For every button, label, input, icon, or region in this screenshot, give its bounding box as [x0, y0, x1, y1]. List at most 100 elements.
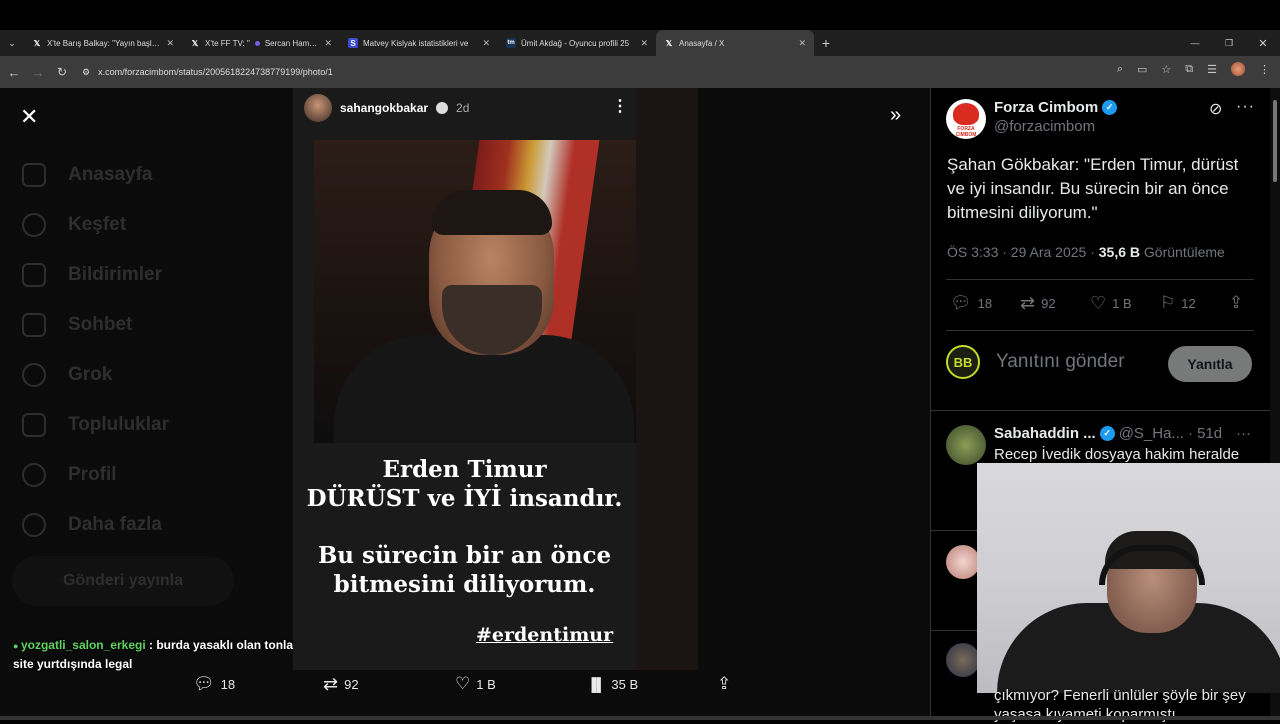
- like-action[interactable]: ♡ 1 B: [455, 674, 496, 694]
- adjacent-photo-edge: [636, 88, 698, 670]
- story-caption: Erden Timur DÜRÜST ve İYİ insandır. Bu s…: [293, 455, 636, 599]
- close-icon[interactable]: ✕: [798, 38, 806, 49]
- reply-avatar[interactable]: [946, 425, 986, 465]
- divider: [946, 279, 1254, 280]
- stat-replies[interactable]: 💬︎ 18: [950, 293, 992, 313]
- stat-bookmarks[interactable]: ⚐ 12: [1160, 293, 1196, 313]
- sidepanel-icon[interactable]: ☰: [1207, 63, 1217, 76]
- forward-icon[interactable]: →: [26, 65, 50, 80]
- webcam-overlay: [977, 463, 1280, 693]
- stat-retweets[interactable]: ⇄ 92: [1020, 293, 1056, 314]
- bookmark-icon: ⚐: [1160, 293, 1176, 312]
- story-avatar: [304, 94, 332, 122]
- more-options-icon[interactable]: ···: [1236, 425, 1251, 442]
- author-handle: @forzacimbom: [994, 118, 1096, 135]
- mail-icon: [22, 313, 46, 337]
- profile-avatar[interactable]: [1231, 62, 1245, 76]
- reload-icon[interactable]: ↻: [50, 65, 74, 79]
- close-icon[interactable]: ✕: [324, 38, 332, 49]
- retweet-count: 92: [344, 676, 359, 692]
- story-header: sahangokbakar 2d: [304, 94, 469, 122]
- tweet-views-count: 35,6 B: [1098, 244, 1141, 260]
- sidebar-item-explore: Keşfet: [22, 200, 169, 250]
- bell-icon: [22, 263, 46, 287]
- browser-toolbar-icons: ⌕ ▭ ☆ ⧉ ☰ ⋮: [1117, 62, 1270, 76]
- tab-0[interactable]: 𝕏 X'te Barış Balkay: "Yayın başladı ✕: [24, 30, 182, 56]
- url-field[interactable]: ⚙ x.com/forzacimbom/status/2005618224738…: [82, 62, 1082, 82]
- reply-avatar[interactable]: [946, 643, 980, 677]
- lion-logo-icon: [953, 103, 979, 125]
- stat-likes[interactable]: ♡ 1 B: [1090, 293, 1132, 314]
- tweet-meta: ÖS 3:33 · 29 Ara 2025 · 35,6 B Görüntüle…: [947, 244, 1225, 260]
- back-icon[interactable]: ←: [2, 65, 26, 80]
- new-tab-icon[interactable]: +: [814, 35, 838, 51]
- reply-button[interactable]: Yanıtla: [1168, 346, 1252, 382]
- reply-action[interactable]: 💬︎ 18: [193, 674, 235, 694]
- more-icon: [22, 513, 46, 537]
- sidebar-nav-dimmed: Anasayfa Keşfet Bildirimler Sohbet Grok …: [22, 150, 169, 550]
- divider: [930, 410, 1270, 411]
- reply-author-name: Sabahaddin ...: [994, 425, 1096, 442]
- like-count: 1 B: [476, 676, 496, 692]
- story-line4: bitmesini diliyorum.: [333, 571, 596, 598]
- sidebar-label: Grok: [68, 364, 113, 385]
- url-text: x.com/forzacimbom/status/200561822473877…: [98, 67, 333, 77]
- extensions-icon[interactable]: ⧉: [1185, 63, 1193, 76]
- stat-retweets-count: 92: [1041, 296, 1056, 311]
- story-line2: DÜRÜST ve İYİ insandır.: [306, 485, 623, 512]
- heart-icon: ♡: [455, 674, 471, 693]
- retweet-action[interactable]: ⇄ 92: [323, 674, 359, 695]
- expand-panel-icon[interactable]: »: [890, 104, 901, 127]
- bookmark-star-icon[interactable]: ☆: [1161, 63, 1171, 76]
- verified-icon: [436, 102, 449, 114]
- restore-icon[interactable]: ❐: [1212, 38, 1246, 49]
- sidebar-label: Anasayfa: [68, 164, 153, 185]
- verified-icon: ✓: [1102, 100, 1118, 115]
- views-action[interactable]: ▐▌ 35 B: [587, 677, 638, 692]
- close-icon[interactable]: ✕: [20, 104, 38, 130]
- grok-icon: [22, 363, 46, 387]
- sidebar-item-profile: Profil: [22, 450, 169, 500]
- close-icon[interactable]: ✕: [640, 38, 648, 49]
- scrollbar-thumb[interactable]: [1273, 100, 1277, 182]
- person-hair: [432, 190, 552, 235]
- reply-avatar[interactable]: [946, 545, 980, 579]
- share-action[interactable]: ⇪: [717, 674, 731, 694]
- tab-3[interactable]: S Matvey Kislyak istatistikleri ve ✕: [340, 30, 498, 56]
- author-avatar[interactable]: FORZA CIMBOM: [946, 99, 986, 139]
- tweet-author[interactable]: FORZA CIMBOM Forza Cimbom ✓ @forzacimbom: [946, 99, 1118, 139]
- cast-icon[interactable]: ▭: [1137, 63, 1147, 76]
- minimize-icon[interactable]: —: [1178, 38, 1212, 48]
- tab-5[interactable]: 𝕏 Anasayfa / X ✕: [656, 30, 814, 56]
- dot-icon: [254, 40, 260, 46]
- stat-share[interactable]: ⇪: [1229, 293, 1243, 313]
- reply-item[interactable]: Sabahaddin ... ✓ @S_Ha... · 51d Recep İvedi…: [946, 425, 1254, 465]
- reply-input[interactable]: Yanıtını gönder: [996, 351, 1125, 373]
- grok-explain-icon[interactable]: ⊘: [1209, 99, 1222, 119]
- window-close-icon[interactable]: ✕: [1246, 37, 1280, 50]
- tab-strip: ⌄ 𝕏 X'te Barış Balkay: "Yayın başladı ✕ 𝕏X…: [0, 30, 1280, 56]
- reply-text: Recep İvedik dosyaya hakim heralde: [994, 446, 1240, 463]
- zoom-icon[interactable]: ⌕: [1117, 63, 1123, 76]
- close-icon[interactable]: ✕: [482, 38, 490, 49]
- sidebar-item-notifications: Bildirimler: [22, 250, 169, 300]
- stream-chat-message: ● yozgatli_salon_erkegi : burda yasaklı …: [13, 636, 303, 673]
- tab-1[interactable]: 𝕏 X'te FF TV: " Sercan Hamzao ✕: [182, 30, 340, 56]
- person-icon: [22, 463, 46, 487]
- site-info-icon[interactable]: ⚙: [82, 67, 90, 78]
- heart-icon: ♡: [1090, 293, 1107, 313]
- reply-header: Sabahaddin ... ✓ @S_Ha... · 51d: [994, 425, 1254, 442]
- tab-list-icon[interactable]: ⌄: [0, 38, 24, 49]
- close-icon[interactable]: ✕: [166, 38, 174, 49]
- tweet-time[interactable]: ÖS 3:33 · 29 Ara 2025 ·: [947, 244, 1099, 260]
- sidebar-item-home: Anasayfa: [22, 150, 169, 200]
- avatar-logo-text: FORZA CIMBOM: [955, 126, 977, 138]
- menu-icon[interactable]: ⋮: [1259, 63, 1270, 76]
- address-bar: ← → ↻ ⚙ x.com/forzacimbom/status/2005618…: [0, 56, 1280, 88]
- stat-likes-count: 1 B: [1112, 296, 1132, 311]
- tab-4[interactable]: tm Ümit Akdağ - Oyuncu profili 25 ✕: [498, 30, 656, 56]
- tweet-views-label: Görüntüleme: [1140, 244, 1225, 260]
- tab-title-extra: Sercan Hamzao: [264, 38, 320, 48]
- reply-handle: @S_Ha...: [1118, 425, 1184, 442]
- more-options-icon[interactable]: ···: [1236, 98, 1255, 116]
